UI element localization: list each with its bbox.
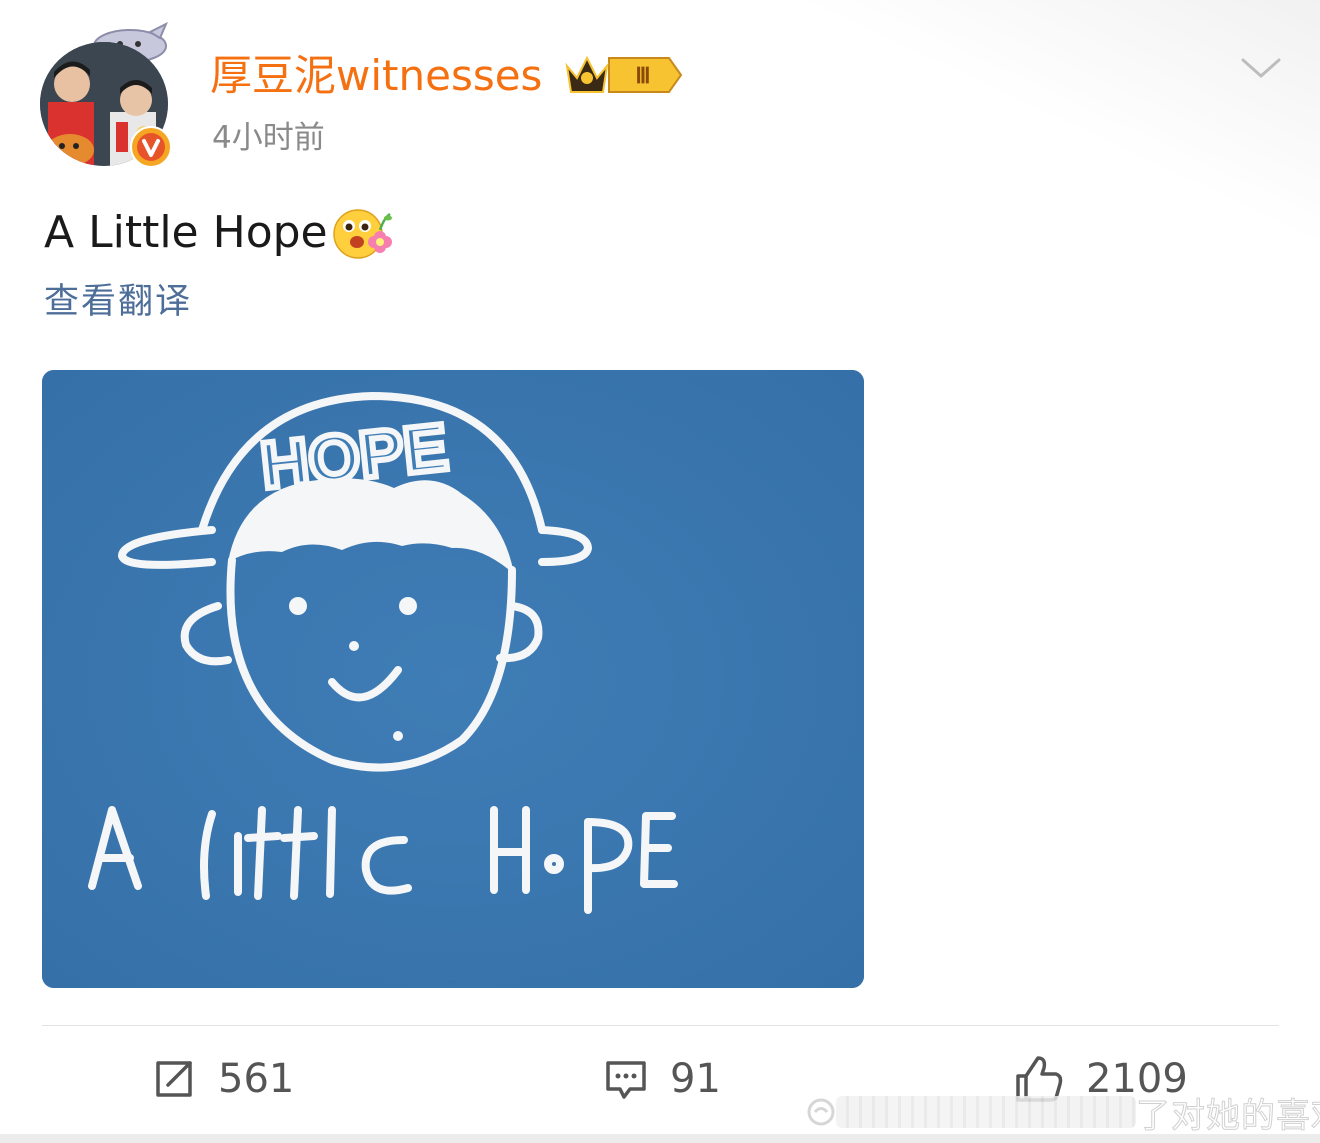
watermark: 了对她的喜欢: [806, 1090, 1320, 1136]
avatar[interactable]: [40, 22, 172, 168]
username[interactable]: 厚豆泥witnesses: [210, 50, 542, 102]
watermark-text: 了对她的喜欢: [1136, 1095, 1320, 1136]
hope-drawing-image: HOPE A little HoPE: [42, 370, 864, 988]
weibo-logo-icon: [807, 1098, 835, 1126]
weibo-post-page: 厚豆泥witnesses Ⅲ 4小时前 A Little Hope 查看翻译 H…: [0, 0, 1320, 1143]
watermark-redacted-bar: [836, 1096, 1136, 1128]
divider: [42, 1025, 1279, 1026]
vip-level-text: Ⅲ: [635, 63, 650, 88]
vip-crown-badge-icon[interactable]: Ⅲ: [565, 52, 683, 98]
comment-button[interactable]: 91: [604, 1052, 721, 1106]
bottom-strip: [0, 1134, 1320, 1143]
comment-icon: [606, 1061, 646, 1099]
repost-icon: [156, 1061, 192, 1097]
flower-face-emoji-icon: [330, 204, 392, 262]
post-image[interactable]: HOPE A little HoPE: [42, 370, 864, 988]
translate-link[interactable]: 查看翻译: [44, 280, 192, 324]
post-timestamp: 4小时前: [212, 120, 325, 156]
image-caption-text: A little HoPE: [447, 980, 459, 983]
post-text-content: A Little Hope: [44, 207, 328, 258]
post-text: A Little Hope: [44, 204, 392, 262]
comment-count: 91: [670, 1056, 721, 1102]
repost-button[interactable]: 561: [152, 1052, 294, 1106]
repost-count: 561: [218, 1056, 295, 1102]
chevron-down-icon[interactable]: [1240, 56, 1282, 80]
verified-v-icon: [130, 126, 172, 168]
